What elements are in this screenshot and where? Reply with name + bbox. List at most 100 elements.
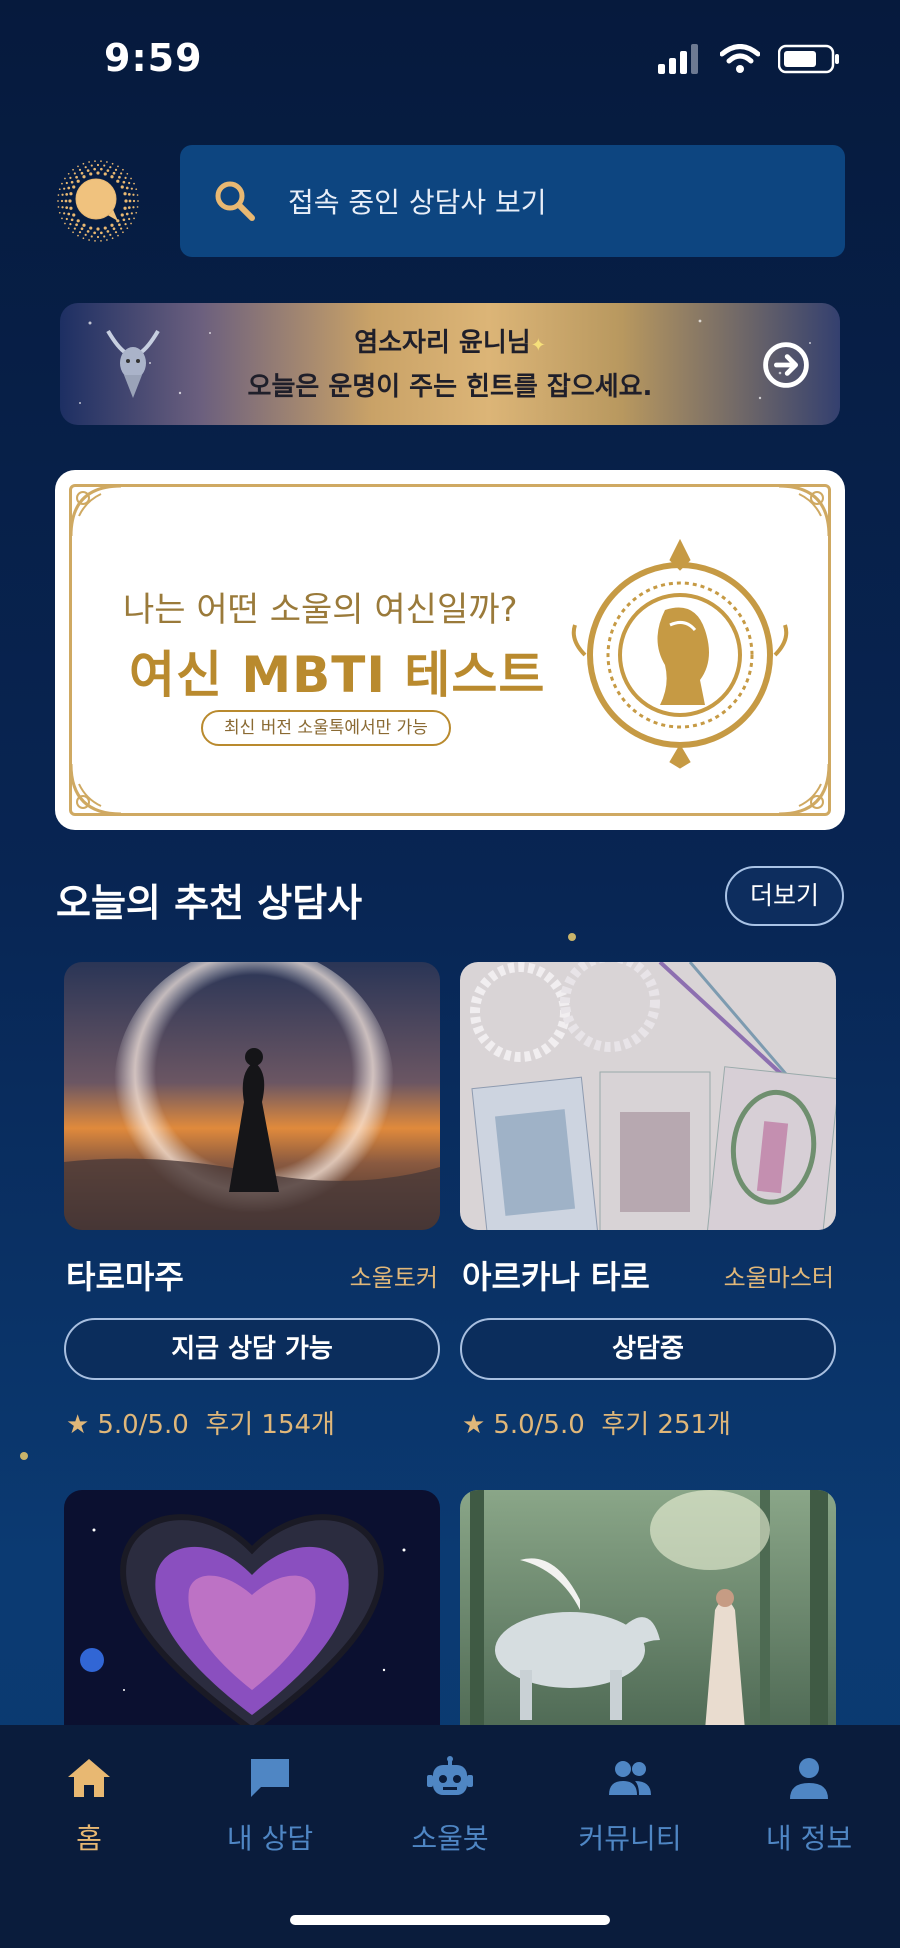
counselor-photo[interactable]	[460, 1490, 836, 1730]
zodiac-banner[interactable]: 염소자리 윤니님✦ 오늘은 운명이 주는 힌트를 잡으세요.	[60, 303, 840, 425]
logo-dot	[96, 171, 100, 175]
logo-dot	[72, 231, 74, 234]
logo-dot	[120, 185, 124, 189]
logo-dot	[93, 231, 97, 235]
more-button[interactable]: 더보기	[725, 866, 844, 926]
logo-dot	[61, 182, 63, 185]
logo-dot	[76, 219, 80, 223]
app-logo-icon[interactable]	[52, 155, 144, 247]
logo-dot	[127, 206, 131, 210]
tab-soulbot[interactable]: 소울봇	[375, 1755, 525, 1857]
logo-dot	[63, 212, 66, 215]
logo-dot	[117, 234, 119, 237]
logo-dot	[57, 200, 59, 202]
logo-dot	[72, 168, 74, 171]
logo-dot	[80, 171, 84, 175]
tab-community[interactable]: 커뮤니티	[555, 1755, 705, 1857]
logo-dot	[89, 226, 93, 230]
logo-dot	[75, 175, 78, 179]
logo-dot	[128, 199, 132, 203]
tab-my-consult[interactable]: 내 상담	[195, 1755, 345, 1857]
chat-icon	[251, 1759, 289, 1797]
logo-dot	[88, 239, 90, 241]
tab-my-info[interactable]: 내 정보	[734, 1755, 884, 1857]
logo-dot	[124, 223, 127, 226]
counselor-card[interactable]: 타로마주 소울토커 지금 상담 가능 ★ 5.0/5.0 후기 154개	[64, 962, 440, 1452]
logo-dot	[72, 213, 76, 217]
logo-dot	[126, 227, 129, 230]
logo-dot	[130, 177, 132, 180]
logo-dot	[90, 235, 93, 238]
logo-dot	[136, 206, 139, 208]
logo-dot	[111, 237, 114, 240]
logo-dot	[61, 193, 64, 196]
logo-dot	[69, 206, 73, 210]
logo-dot	[68, 199, 72, 203]
status-icons	[658, 44, 840, 74]
logo-dot	[137, 200, 139, 202]
review-count: 후기 154개	[205, 1410, 335, 1440]
logo-dot	[70, 218, 74, 222]
counselor-grade: 소울토커	[349, 1264, 438, 1292]
logo-dot	[96, 235, 100, 239]
logo-dot	[109, 166, 112, 169]
home-indicator	[290, 1915, 610, 1925]
zodiac-fortune: 오늘은 운명이 주는 힌트를 잡으세요.	[247, 372, 653, 402]
consult-status-button[interactable]: 지금 상담 가능	[64, 1318, 440, 1380]
logo-dot	[112, 227, 116, 231]
logo-dot	[65, 181, 68, 185]
counselor-name: 아르카나 타로	[462, 1258, 650, 1296]
logo-dot	[123, 206, 127, 210]
logo-dot	[58, 188, 61, 191]
logo-dot	[77, 234, 79, 237]
logo-dot	[57, 206, 60, 208]
logo-dot	[70, 180, 74, 184]
logo-dot	[125, 186, 129, 190]
tab-label: 내 상담	[226, 1822, 314, 1855]
logo-dot	[106, 161, 108, 163]
logo-dot	[106, 239, 108, 241]
logo-dot	[128, 217, 131, 221]
rating-value: 5.0/5.0	[97, 1410, 189, 1440]
logo-dot	[82, 223, 86, 227]
wifi-icon	[720, 44, 760, 73]
logo-dot	[132, 193, 135, 196]
counselor-card[interactable]: 아르카나 타로 소울마스터 상담중 ★ 5.0/5.0 후기 251개	[460, 962, 836, 1452]
logo-dot	[130, 187, 133, 190]
logo-dot	[135, 188, 138, 191]
consult-status-button[interactable]: 상담중	[460, 1318, 836, 1380]
logo-dot	[57, 194, 60, 196]
person-icon	[790, 1758, 828, 1799]
logo-dot	[90, 164, 93, 167]
logo-dot	[63, 187, 66, 190]
tab-label: 내 정보	[765, 1822, 853, 1855]
logo-dot	[114, 168, 118, 171]
logo-dot	[60, 199, 64, 203]
counselor-rating: ★ 5.0/5.0 후기 251개	[462, 1404, 731, 1441]
search-input[interactable]: 접속 중인 상담사 보기	[180, 145, 845, 257]
logo-dot	[133, 182, 135, 185]
zodiac-message: 염소자리 윤니님✦ 오늘은 운명이 주는 힌트를 잡으세요.	[60, 323, 840, 408]
zodiac-greeting: 염소자리 윤니님	[354, 328, 531, 358]
tab-home[interactable]: 홈	[14, 1755, 164, 1857]
logo-dot	[122, 231, 124, 234]
logo-dot	[61, 217, 63, 220]
logo-dot	[124, 199, 128, 203]
logo-dot	[69, 192, 73, 196]
search-icon	[215, 181, 255, 221]
goddess-emblem-icon	[571, 538, 789, 769]
logo-dot	[109, 233, 112, 236]
logo-dot	[130, 212, 133, 215]
counselor-photo[interactable]	[64, 1490, 440, 1730]
logo-dot	[86, 230, 90, 233]
mbti-test-banner[interactable]: 나는 어떤 소울의 여신일까? 여신 MBTI 테스트 최신 버전 소울톡에서만…	[55, 470, 845, 830]
battery-icon	[778, 44, 839, 74]
arrow-right-icon[interactable]	[762, 341, 810, 389]
logo-dot	[75, 223, 78, 227]
logo-dot	[89, 172, 93, 176]
logo-dot	[122, 168, 124, 171]
logo-dot	[96, 163, 100, 167]
tab-label: 커뮤니티	[578, 1822, 682, 1855]
logo-dot	[93, 167, 97, 171]
decorative-dot	[20, 1452, 28, 1460]
